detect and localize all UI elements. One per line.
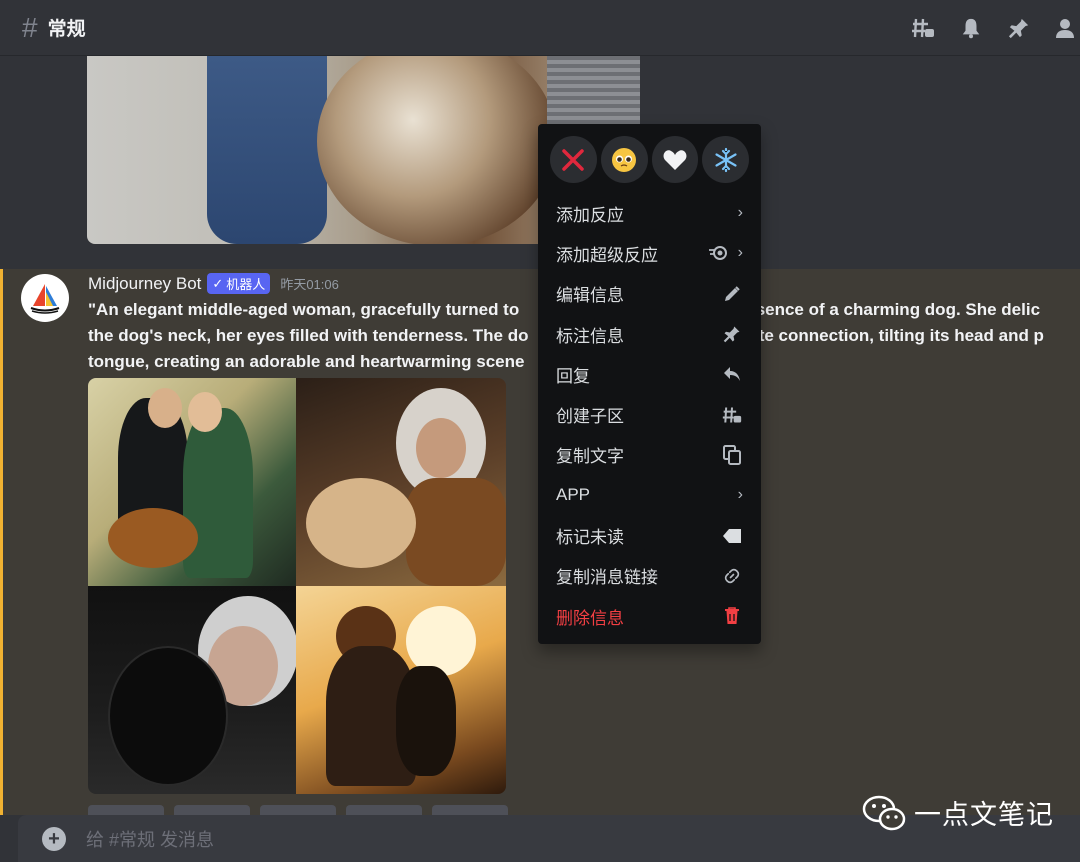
- reply-icon: [721, 363, 743, 385]
- member-list-icon[interactable]: [1054, 15, 1080, 41]
- super-reaction-icon: [708, 246, 727, 261]
- menu-item-label: 回复: [556, 366, 590, 386]
- message-input[interactable]: 给 #常规 发消息: [86, 826, 214, 852]
- pin-icon[interactable]: [1006, 15, 1032, 41]
- bell-icon[interactable]: [958, 15, 984, 41]
- timestamp: 昨天01:06: [280, 277, 339, 292]
- image-grid-attachment[interactable]: [88, 378, 506, 794]
- pencil-icon: [721, 283, 743, 305]
- message-header: Midjourney Bot ✓ 机器人 昨天01:06: [88, 273, 339, 294]
- watermark-text: 一点文笔记: [914, 800, 1054, 830]
- menu-item-label: 标记未读: [556, 528, 624, 548]
- menu-item-label: APP: [556, 485, 591, 505]
- quick-reactions: [546, 132, 753, 193]
- pleading-face-emoji-icon: [612, 147, 637, 172]
- copy-icon: [721, 444, 743, 466]
- prompt-line-1-right: presence of a charming dog. She delic: [729, 300, 1041, 319]
- avatar[interactable]: [21, 274, 69, 322]
- menu-edit-message[interactable]: 编辑信息: [546, 274, 753, 314]
- watermark: 一点文笔记: [862, 793, 1054, 832]
- chevron-right-icon: ›: [737, 486, 743, 504]
- wechat-icon: [862, 795, 906, 830]
- bot-badge: ✓ 机器人: [207, 273, 271, 294]
- menu-add-reaction[interactable]: 添加反应 ›: [546, 193, 753, 233]
- reaction-snowflake[interactable]: [702, 136, 749, 183]
- prompt-line-3: tongue, creating an adorable and heartwa…: [88, 352, 525, 371]
- reaction-heart[interactable]: [651, 136, 699, 183]
- reaction-pleading[interactable]: [600, 136, 648, 183]
- channel-hash-icon: #: [22, 11, 38, 43]
- mark-unread-icon: [721, 525, 743, 547]
- prompt-line-1: "An elegant middle-aged woman, gracefull…: [88, 300, 520, 319]
- menu-item-label: 标注信息: [556, 326, 624, 346]
- channel-title: 常规: [47, 19, 86, 40]
- generated-image-1[interactable]: [88, 378, 296, 586]
- menu-item-label: 创建子区: [556, 407, 624, 427]
- pin-icon: [721, 323, 743, 345]
- reaction-x[interactable]: [550, 136, 597, 183]
- menu-create-thread[interactable]: 创建子区: [546, 394, 753, 434]
- trash-icon: [721, 605, 743, 627]
- bot-badge-label: 机器人: [226, 277, 266, 292]
- snowflake-emoji-icon: [715, 147, 737, 172]
- white-heart-emoji-icon: [663, 149, 687, 170]
- prompt-line-2-right: onate connection, tilting its head and p: [728, 326, 1044, 345]
- menu-item-label: 添加超级反应: [556, 245, 658, 265]
- generated-image-2[interactable]: [296, 378, 506, 586]
- sailboat-icon: [30, 284, 60, 314]
- generated-image-4[interactable]: [296, 586, 506, 794]
- menu-copy-link[interactable]: 复制消息链接: [546, 556, 753, 596]
- menu-item-label: 复制文字: [556, 447, 624, 467]
- attach-plus-icon[interactable]: +: [42, 826, 66, 851]
- menu-item-label: 编辑信息: [556, 286, 624, 306]
- menu-item-label: 删除信息: [556, 608, 624, 628]
- menu-reply[interactable]: 回复: [546, 354, 753, 394]
- author-name[interactable]: Midjourney Bot: [88, 274, 201, 294]
- menu-add-super-reaction[interactable]: 添加超级反应 ›: [546, 233, 753, 273]
- menu-delete-message[interactable]: 删除信息: [546, 596, 753, 636]
- menu-mark-unread[interactable]: 标记未读: [546, 515, 753, 555]
- check-icon: ✓: [212, 275, 224, 291]
- chevron-right-icon: ›: [737, 204, 743, 222]
- menu-apps[interactable]: APP ›: [546, 475, 753, 515]
- menu-pin-message[interactable]: 标注信息: [546, 314, 753, 354]
- link-icon: [721, 565, 743, 587]
- x-emoji-icon: [562, 148, 585, 171]
- menu-copy-text[interactable]: 复制文字: [546, 435, 753, 475]
- generated-image-3[interactable]: [88, 586, 296, 794]
- menu-item-label: 添加反应: [556, 205, 624, 225]
- prompt-line-2: the dog's neck, her eyes filled with ten…: [88, 326, 529, 345]
- chevron-right-icon: ›: [737, 244, 743, 262]
- header-toolbar: [910, 0, 1080, 56]
- message-context-menu: 添加反应 › 添加超级反应 › 编辑信息 标注信息 回复 创建子区 复制文字 A…: [538, 124, 761, 644]
- channel-header: # 常规: [0, 0, 1080, 56]
- threads-icon[interactable]: [910, 15, 936, 41]
- thread-icon: [721, 404, 743, 426]
- menu-item-label: 复制消息链接: [556, 568, 658, 588]
